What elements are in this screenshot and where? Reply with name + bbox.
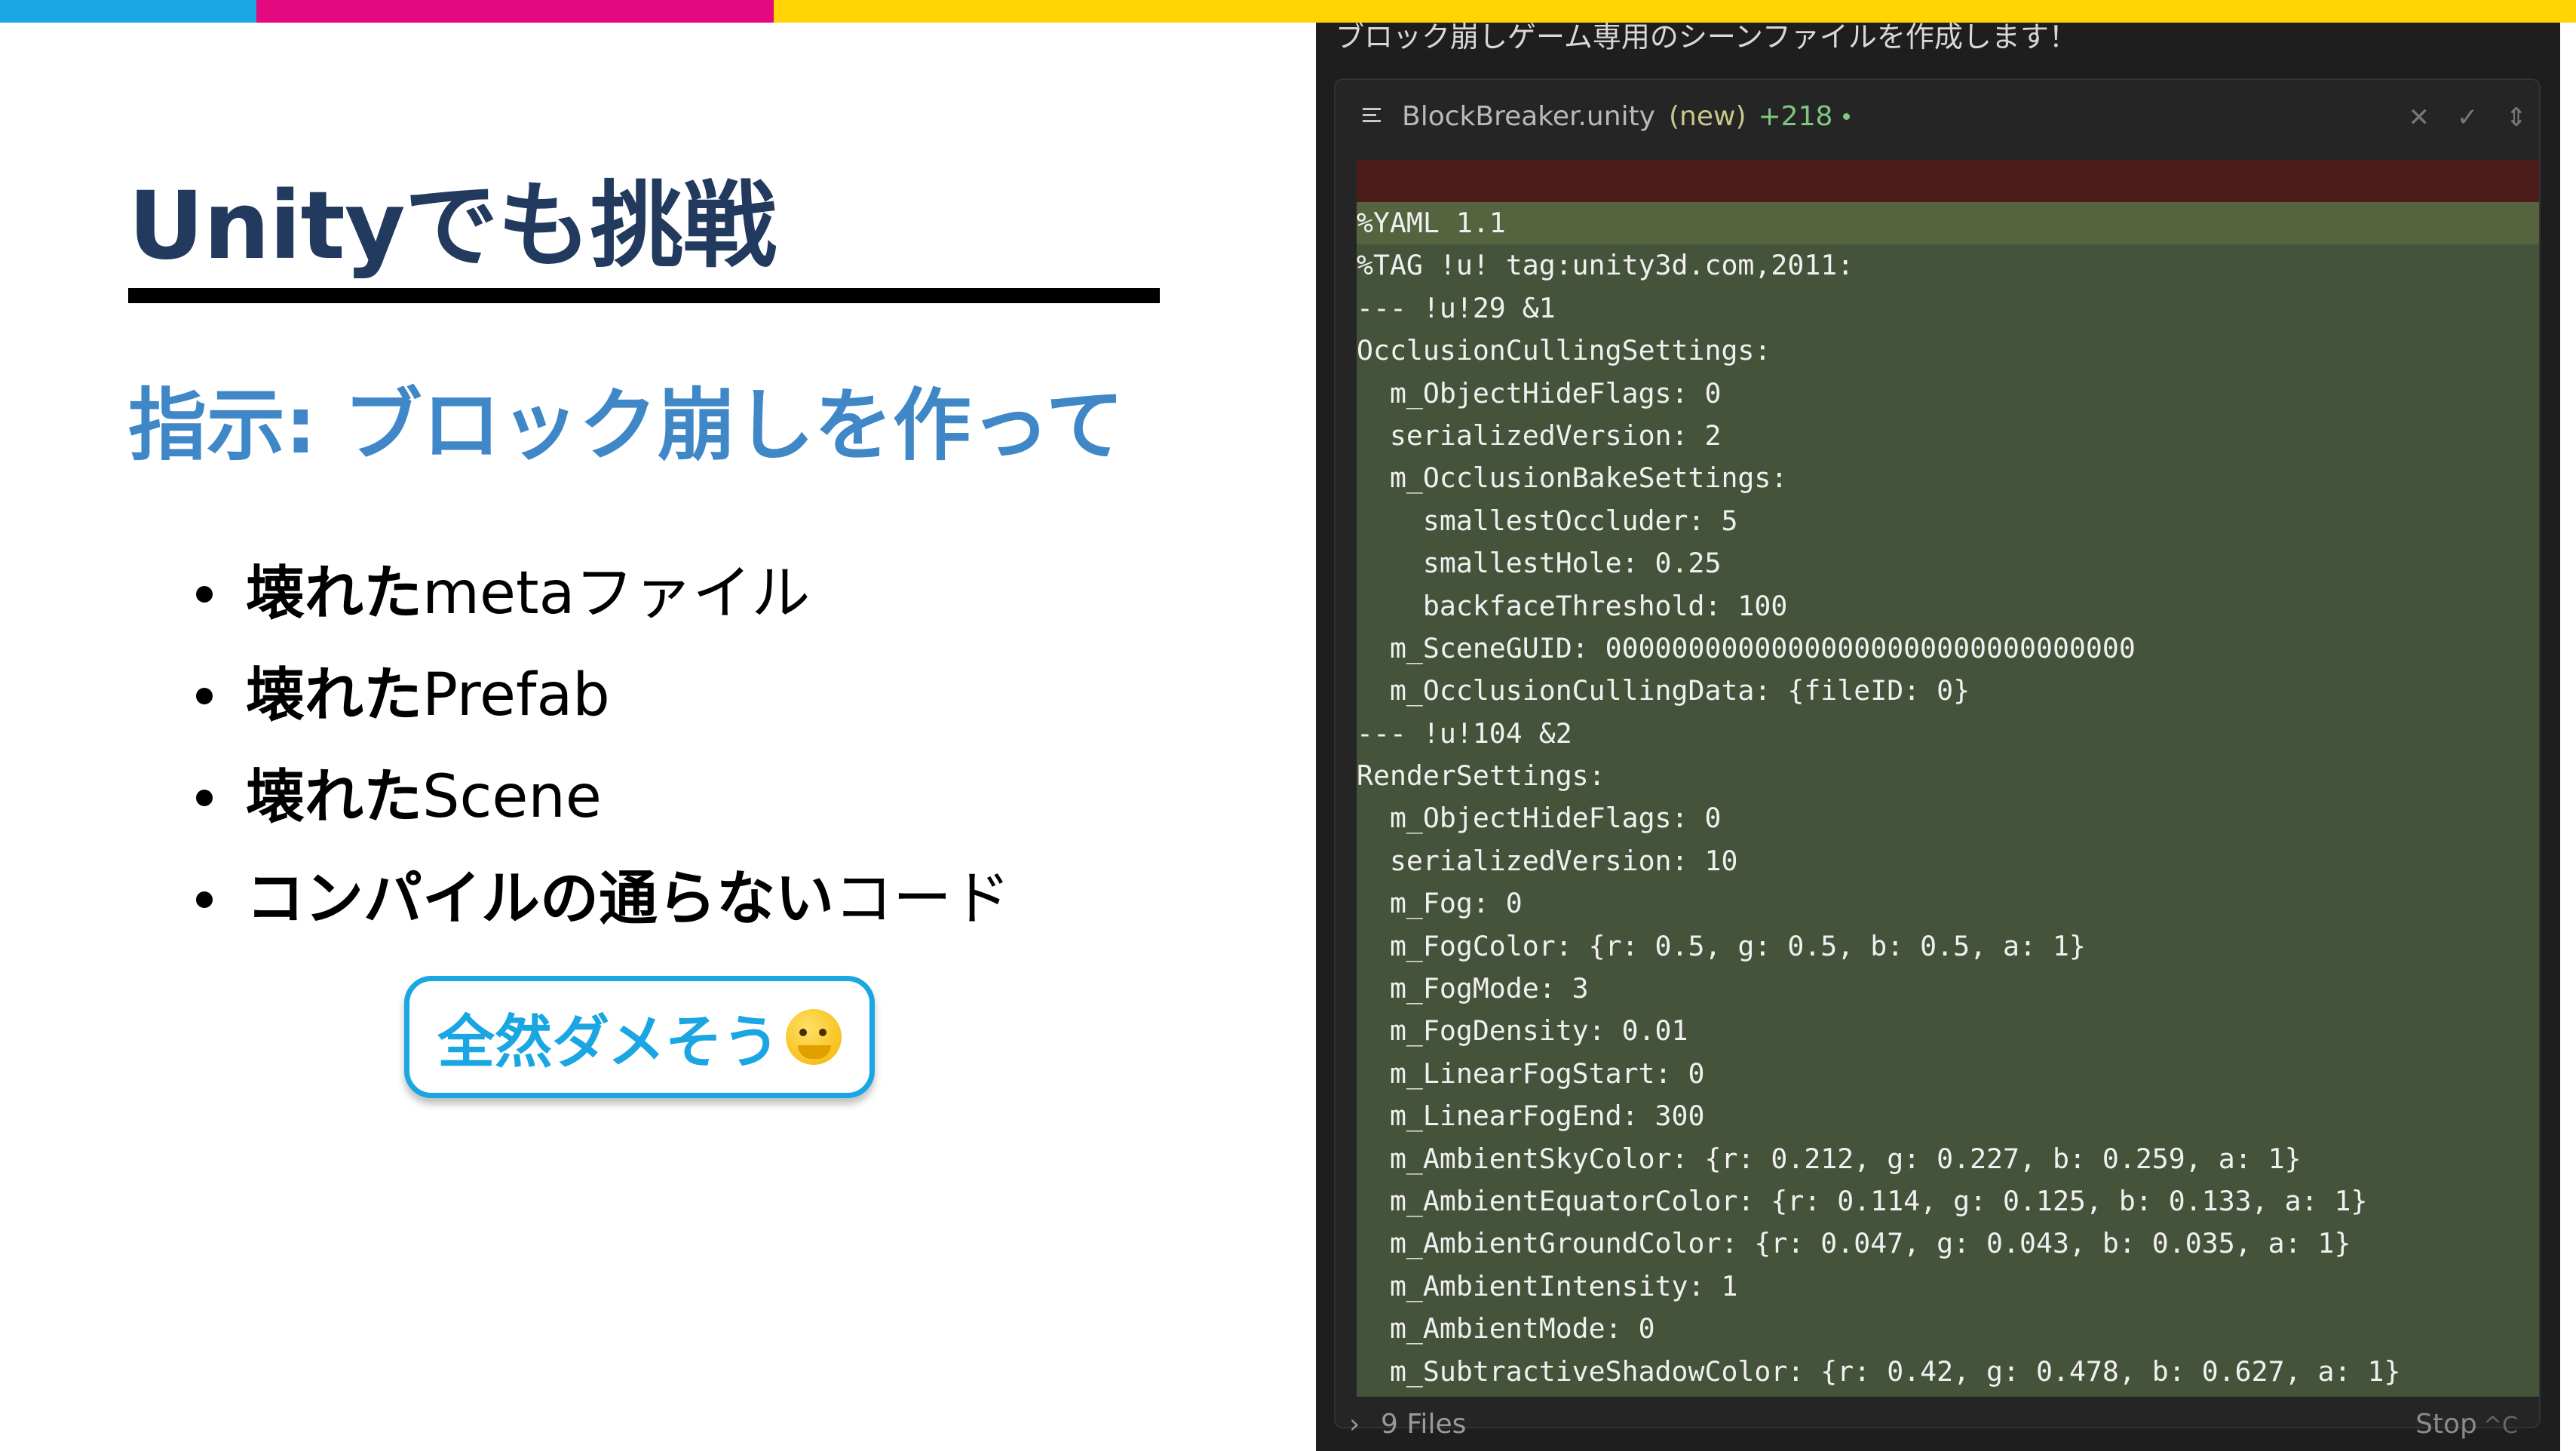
stop-label: Stop xyxy=(2415,1409,2477,1440)
files-count[interactable]: 9 Files xyxy=(1381,1409,1466,1440)
bullet-dot xyxy=(196,586,213,603)
slide-subtitle: 指示: ブロック崩しを作って xyxy=(128,379,1124,471)
bullet-strong: コンパイルの通らない xyxy=(246,865,835,933)
bullet-dot xyxy=(196,891,213,908)
stop-button[interactable]: Stop ^C xyxy=(2415,1409,2518,1440)
code-line: m_AmbientEquatorColor: {r: 0.114, g: 0.1… xyxy=(1357,1184,2368,1217)
bullet-strong: 壊れた xyxy=(246,560,423,627)
code-line: m_FogDensity: 0.01 xyxy=(1357,1014,1688,1048)
code-line: m_SceneGUID: 000000000000000000000000000… xyxy=(1357,631,2136,664)
bullet-text: 壊れたmetaファイル xyxy=(246,543,810,645)
slide-title: Unityでも挑戦 xyxy=(128,172,777,281)
check-icon[interactable]: ✓ xyxy=(2457,103,2479,133)
accent-pink xyxy=(256,0,774,23)
code-line: %YAML 1.1 xyxy=(1357,202,2539,245)
bullet-text: 壊れたScene xyxy=(246,747,602,848)
melting-face-icon xyxy=(785,1009,842,1065)
accent-blue xyxy=(0,0,256,23)
expand-icon[interactable]: ⇕ xyxy=(2506,103,2528,133)
close-icon[interactable]: ✕ xyxy=(2409,103,2430,133)
bullet-rest: Scene xyxy=(422,763,602,831)
code-line: m_LinearFogEnd: 300 xyxy=(1357,1100,1705,1133)
code-line: m_LinearFogStart: 0 xyxy=(1357,1057,1705,1090)
bullet-dot xyxy=(196,688,213,704)
file-status: (new) xyxy=(1669,100,1746,132)
code-line: m_FogColor: {r: 0.5, g: 0.5, b: 0.5, a: … xyxy=(1357,929,2086,962)
top-accent-bar xyxy=(0,0,2576,23)
code-line: --- !u!104 &2 xyxy=(1357,716,1572,750)
code-line: m_OcclusionCullingData: {fileID: 0} xyxy=(1357,674,1970,707)
title-underline xyxy=(128,288,1160,303)
bullet-dot xyxy=(196,790,213,806)
removed-line xyxy=(1357,160,2539,202)
bullet-rest: コード xyxy=(834,865,1011,933)
code-line: serializedVersion: 10 xyxy=(1357,844,1738,877)
bullet-strong: 壊れた xyxy=(246,661,423,729)
chevron-right-icon[interactable]: › xyxy=(1349,1409,1360,1440)
editor-panel: ブロック崩しゲーム専用のシーンファイルを作成します！ BlockBreaker.… xyxy=(1316,20,2560,1451)
code-line: m_ObjectHideFlags: 0 xyxy=(1357,802,1722,835)
bullet-text: 壊れたPrefab xyxy=(246,645,610,747)
verdict-badge: 全然ダメそう xyxy=(404,976,875,1098)
code-line: --- !u!29 &1 xyxy=(1357,291,1556,324)
code-line: %TAG !u! tag:unity3d.com,2011: xyxy=(1357,249,1854,282)
file-header[interactable]: BlockBreaker.unity (new) +218 ✕ ✓ ⇕ xyxy=(1336,80,2539,152)
bullet-text: コンパイルの通らないコード xyxy=(246,848,1010,950)
bullet-rest: metaファイル xyxy=(422,560,811,627)
bullet-rest: Prefab xyxy=(422,661,610,729)
list-lines-icon xyxy=(1363,106,1382,126)
code-line: m_AmbientMode: 0 xyxy=(1357,1312,1655,1345)
code-line: m_AmbientSkyColor: {r: 0.212, g: 0.227, … xyxy=(1357,1142,2302,1175)
code-line: m_AmbientGroundColor: {r: 0.047, g: 0.04… xyxy=(1357,1227,2351,1260)
code-line: smallestHole: 0.25 xyxy=(1357,547,1722,580)
code-line: m_SubtractiveShadowColor: {r: 0.42, g: 0… xyxy=(1357,1354,2401,1388)
assistant-caption: ブロック崩しゲーム専用のシーンファイルを作成します！ xyxy=(1336,20,2078,54)
file-name[interactable]: BlockBreaker.unity xyxy=(1402,101,1655,132)
slide: Unityでも挑戦 指示: ブロック崩しを作って 壊れたmetaファイル 壊れた… xyxy=(0,23,1316,1451)
code-line: serializedVersion: 2 xyxy=(1357,419,1722,452)
file-actions: ✕ ✓ ⇕ xyxy=(2409,103,2528,133)
bullet-strong: 壊れた xyxy=(246,763,423,831)
code-line: RenderSettings: xyxy=(1357,759,1605,793)
code-diff[interactable]: %YAML 1.1 %TAG !u! tag:unity3d.com,2011: -… xyxy=(1357,160,2539,1397)
code-line: m_AmbientIntensity: 1 xyxy=(1357,1269,1738,1302)
lines-added: +218 xyxy=(1758,100,1833,132)
code-line: m_Fog: 0 xyxy=(1357,887,1523,920)
code-line: m_ObjectHideFlags: 0 xyxy=(1357,376,1722,410)
code-line: backfaceThreshold: 100 xyxy=(1357,589,1788,622)
unsaved-dot xyxy=(1843,112,1851,120)
files-bar[interactable]: › 9 Files Stop ^C xyxy=(1334,1395,2541,1451)
badge-text: 全然ダメそう xyxy=(437,1008,780,1075)
stop-shortcut: ^C xyxy=(2482,1413,2518,1439)
file-diff-card: BlockBreaker.unity (new) +218 ✕ ✓ ⇕ %YAM… xyxy=(1334,78,2541,1428)
code-line: smallestOccluder: 5 xyxy=(1357,504,1738,537)
code-line: m_OcclusionBakeSettings: xyxy=(1357,462,1788,495)
code-line: m_FogMode: 3 xyxy=(1357,972,1589,1005)
code-line: OcclusionCullingSettings: xyxy=(1357,334,1771,367)
